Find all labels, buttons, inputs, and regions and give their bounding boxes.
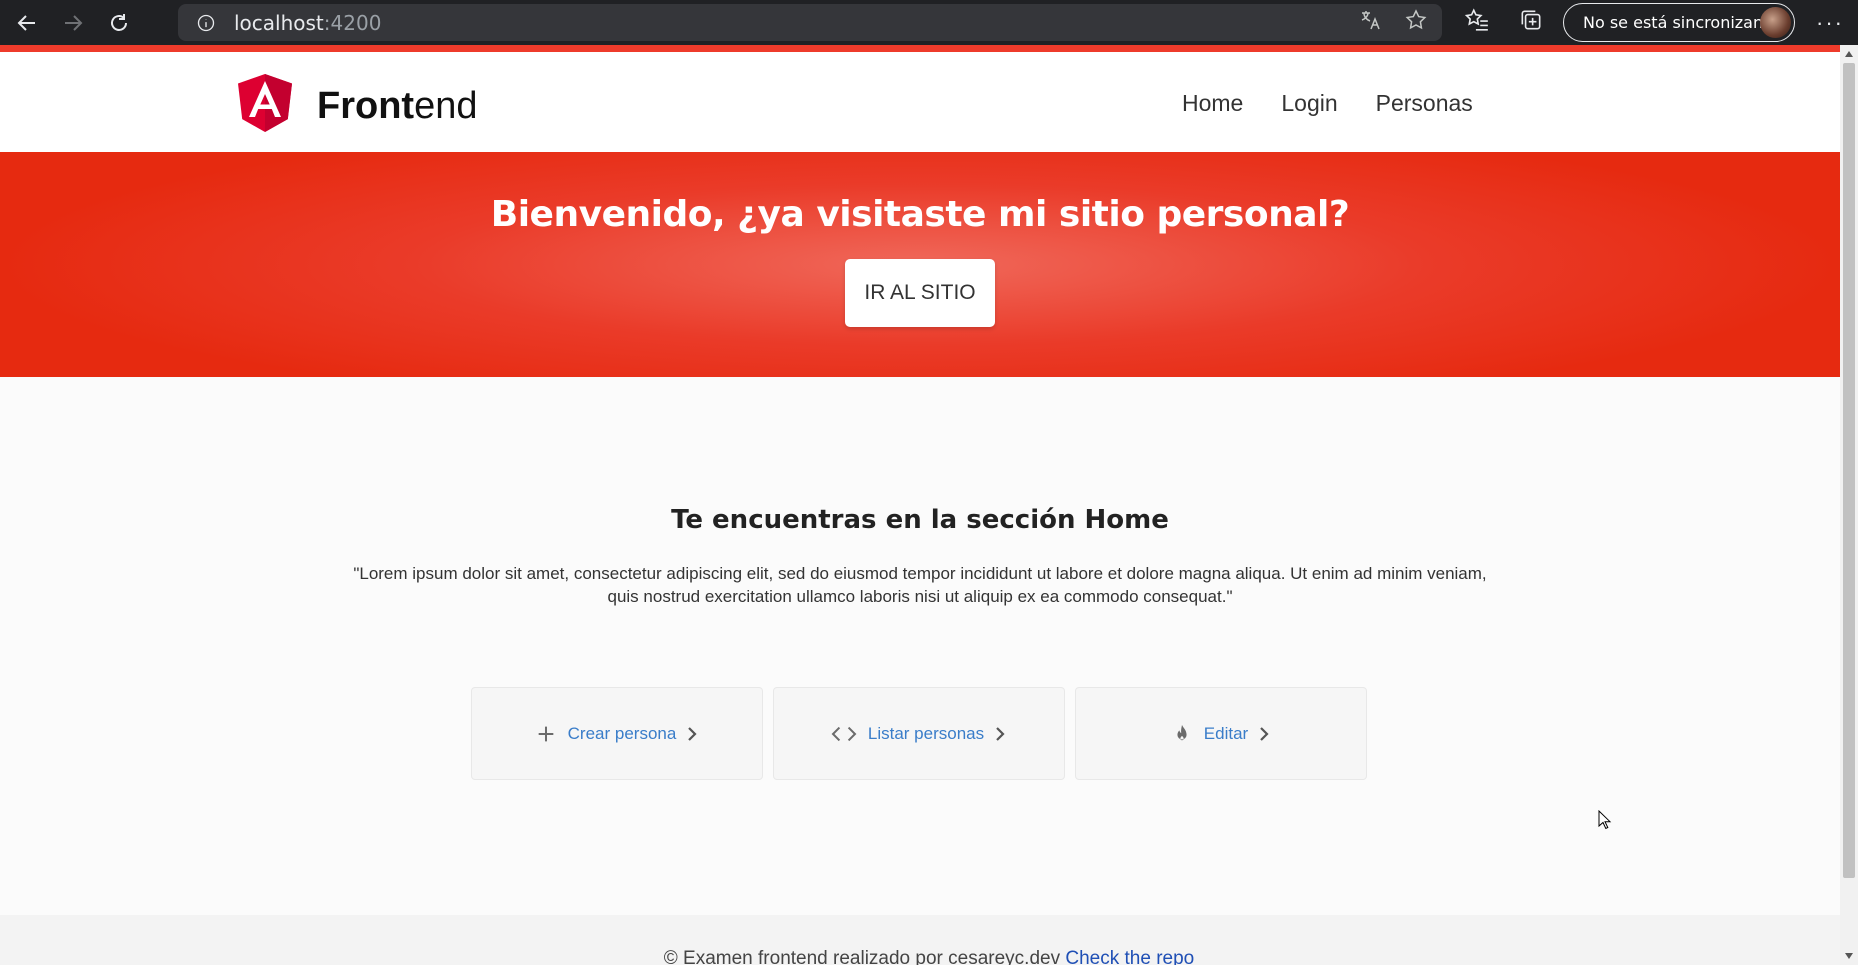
sync-label: No se está sincronizando: [1583, 13, 1784, 32]
scroll-down-icon[interactable]: [1845, 953, 1853, 959]
translate-icon[interactable]: [1358, 8, 1382, 37]
scroll-up-icon[interactable]: [1845, 51, 1853, 57]
brand-title[interactable]: Frontend: [317, 85, 477, 128]
plus-icon: [534, 722, 558, 746]
mouse-cursor-icon: [1598, 810, 1612, 830]
lorem-line-2: quis nostrud exercitation ullamco labori…: [607, 587, 1233, 606]
footer-credit: © Examen frontend realizado por cesareyc…: [663, 948, 1061, 965]
scrollbar[interactable]: [1840, 45, 1858, 965]
browser-toolbar: localhost:4200 No se está sincronizando …: [0, 0, 1858, 45]
brand-bold: Front: [317, 85, 415, 127]
chevron-right-icon: [1258, 725, 1272, 743]
create-person-card[interactable]: Crear persona: [471, 687, 763, 780]
chevron-right-icon: [994, 725, 1008, 743]
sync-status-button[interactable]: No se está sincronizando: [1563, 3, 1795, 42]
lorem-paragraph: "Lorem ipsum dolor sit amet, consectetur…: [320, 562, 1520, 608]
avatar: [1760, 7, 1791, 38]
info-icon[interactable]: [195, 12, 217, 34]
address-bar[interactable]: localhost:4200: [178, 4, 1442, 41]
edit-link[interactable]: Editar: [1204, 724, 1248, 744]
top-accent-bar: [0, 45, 1840, 52]
refresh-icon[interactable]: [92, 0, 146, 45]
page-viewport: Frontend Home Login Personas Bienvenido,…: [0, 45, 1840, 965]
app-header: Frontend Home Login Personas: [0, 52, 1840, 152]
go-to-site-button[interactable]: IR AL SITIO: [845, 259, 995, 327]
hero-title: Bienvenido, ¿ya visitaste mi sitio perso…: [490, 194, 1350, 235]
edit-card[interactable]: Editar: [1075, 687, 1367, 780]
chevron-right-icon: [686, 725, 700, 743]
code-icon: [830, 722, 858, 746]
angular-logo-icon[interactable]: [238, 74, 292, 132]
url-host: localhost: [234, 10, 324, 35]
lorem-line-1: "Lorem ipsum dolor sit amet, consectetur…: [353, 564, 1487, 583]
url-port: :4200: [323, 10, 382, 35]
hero-banner: Bienvenido, ¿ya visitaste mi sitio perso…: [0, 152, 1840, 377]
url-text[interactable]: localhost:4200: [234, 11, 381, 35]
list-persons-link[interactable]: Listar personas: [868, 724, 984, 744]
create-person-link[interactable]: Crear persona: [568, 724, 677, 744]
favorites-icon[interactable]: [1464, 7, 1490, 38]
nav-login[interactable]: Login: [1281, 90, 1337, 117]
scroll-thumb[interactable]: [1843, 63, 1855, 878]
action-cards: Crear persona Listar personas Editar: [471, 687, 1367, 780]
main-nav: Home Login Personas: [1182, 90, 1473, 117]
repo-link[interactable]: Check the repo: [1065, 948, 1194, 965]
list-persons-card[interactable]: Listar personas: [773, 687, 1065, 780]
nav-personas[interactable]: Personas: [1376, 90, 1473, 117]
fire-icon: [1170, 722, 1194, 746]
footer-text: © Examen frontend realizado por cesareyc…: [0, 948, 1858, 965]
nav-home[interactable]: Home: [1182, 90, 1243, 117]
section-title: Te encuentras en la sección Home: [671, 505, 1169, 535]
collections-icon[interactable]: [1518, 7, 1544, 38]
more-icon[interactable]: ···: [1810, 0, 1850, 45]
star-icon[interactable]: [1404, 8, 1428, 37]
brand-rest: end: [414, 85, 478, 127]
